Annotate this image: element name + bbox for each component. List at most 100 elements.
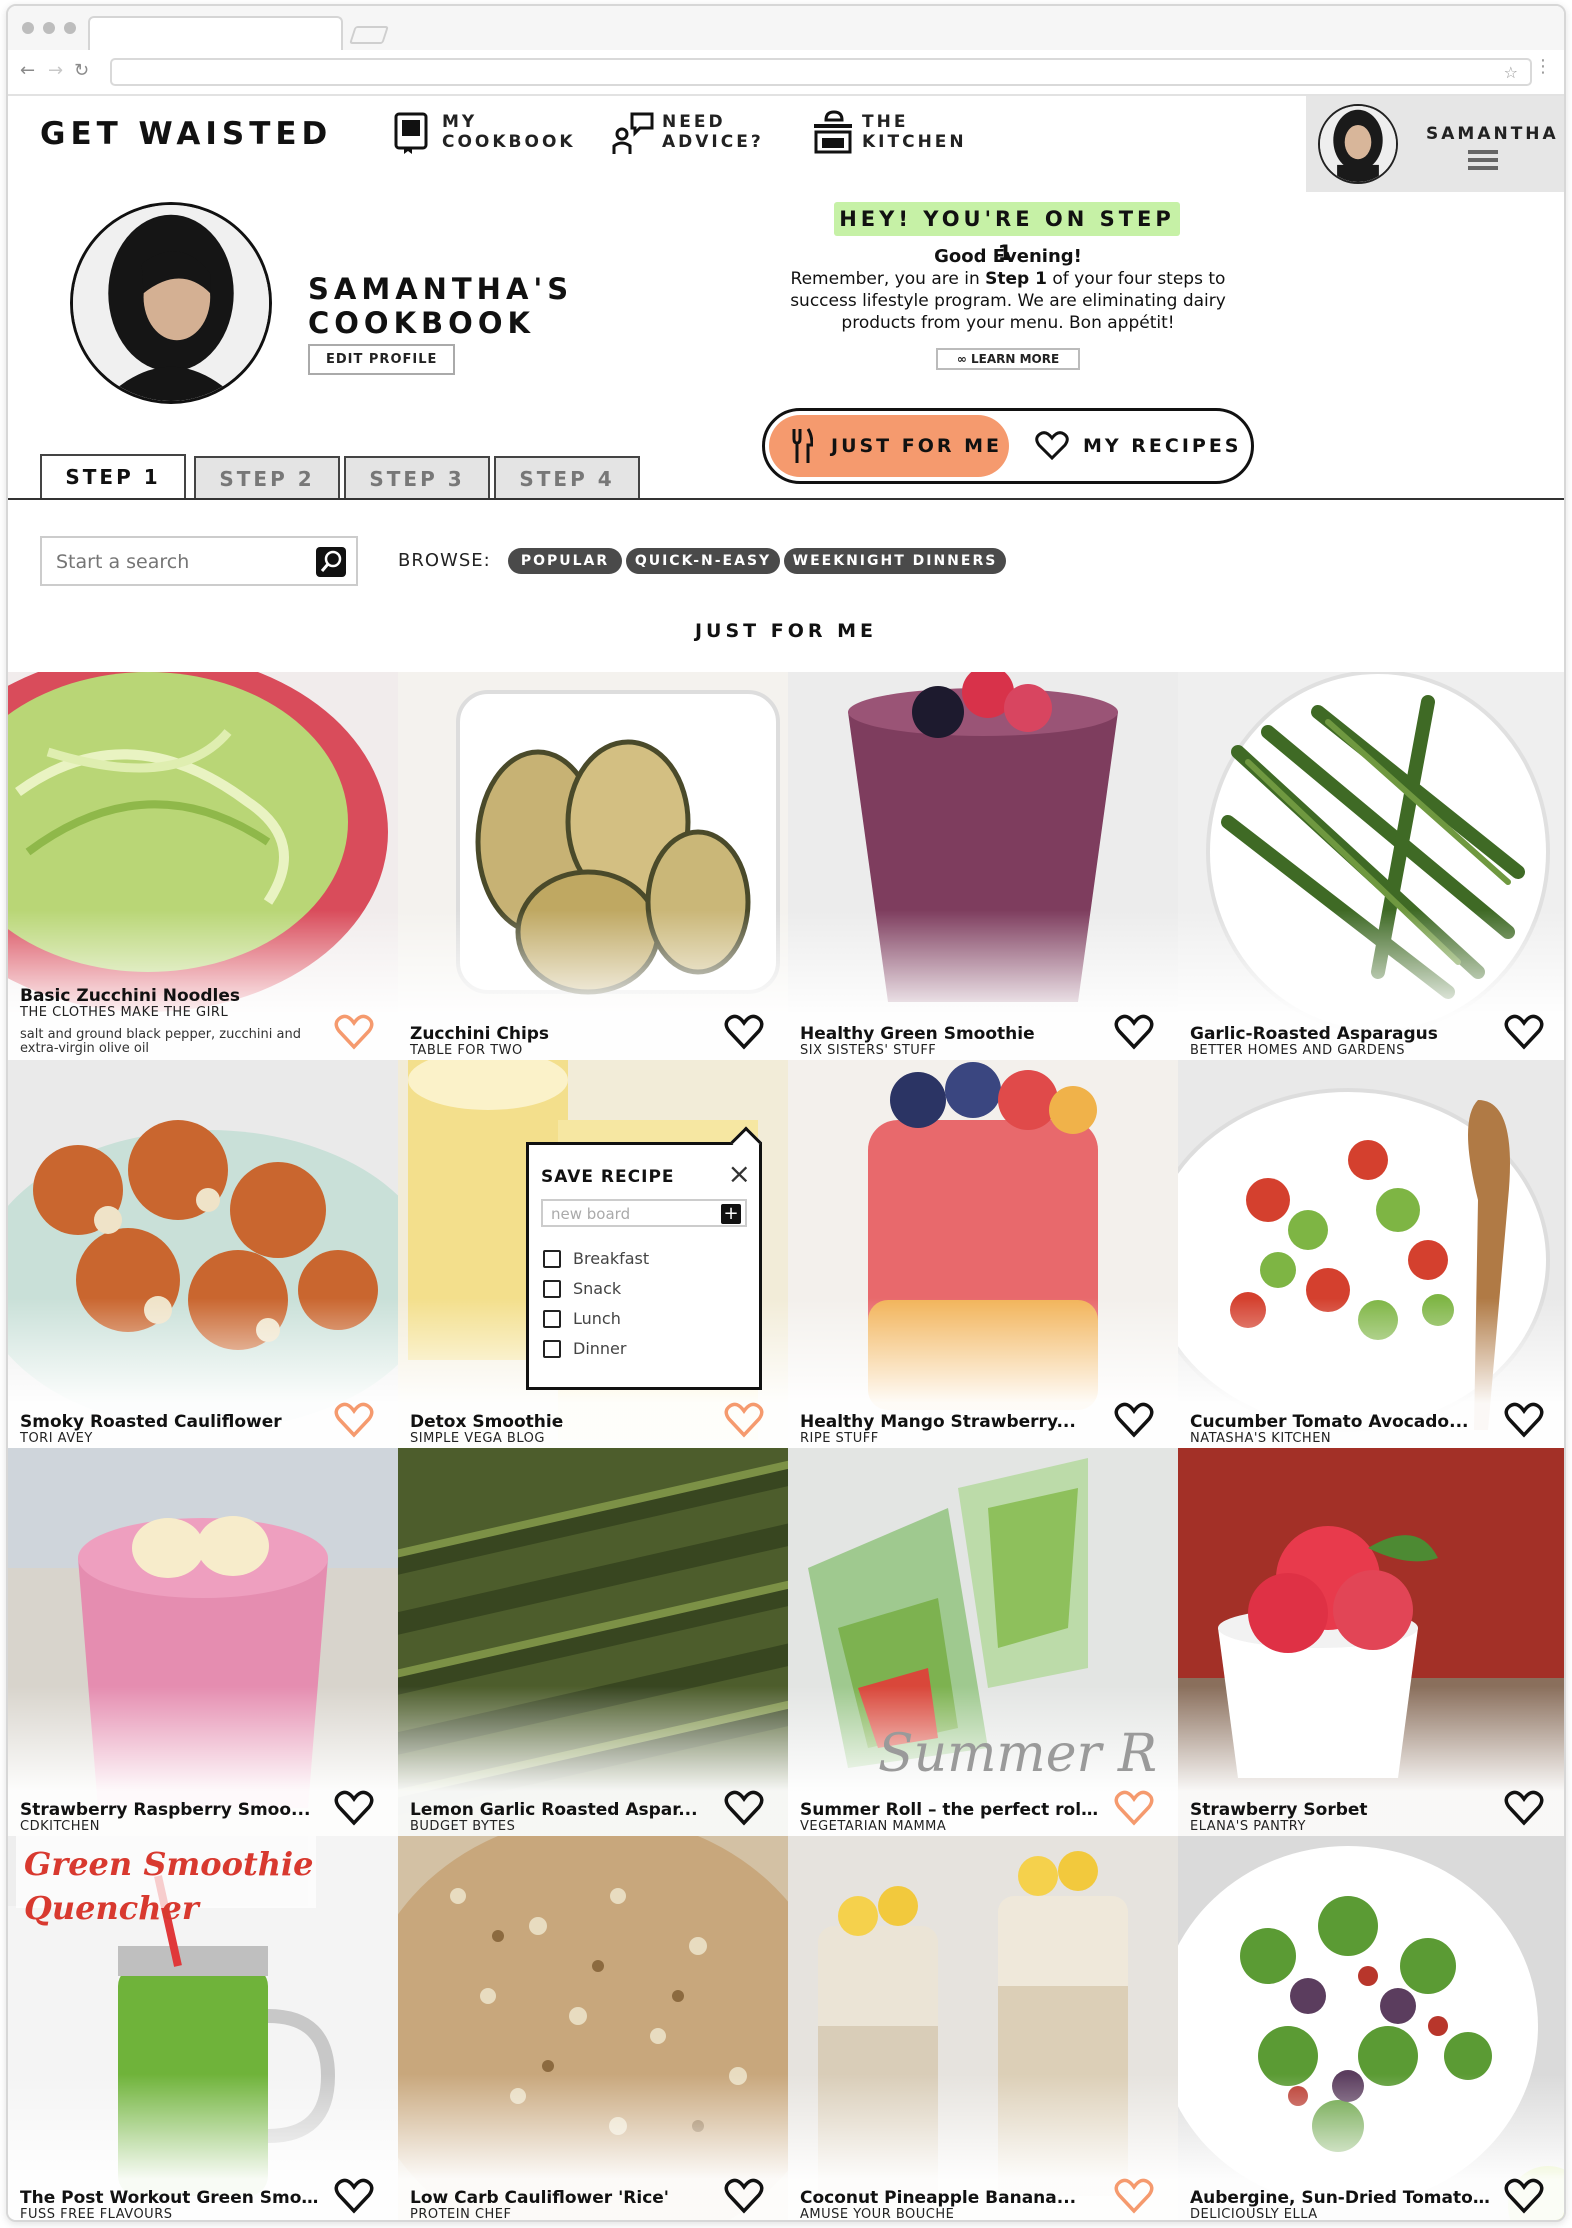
recipe-card[interactable]: Aubergine, Sun-Dried Tomato... DELICIOUS… <box>1178 1836 1564 2220</box>
heart-icon[interactable] <box>334 1790 374 1826</box>
learn-more-button[interactable]: ∞ LEARN MORE <box>936 348 1080 370</box>
tab-step-2[interactable]: STEP 2 <box>194 456 340 498</box>
recipe-title: Aubergine, Sun-Dried Tomato... <box>1190 2188 1490 2208</box>
close-icon[interactable]: × <box>728 1160 751 1188</box>
recipe-source: PROTEIN CHEF <box>410 2207 512 2222</box>
browse-pill-quick-n-easy[interactable]: QUICK-N-EASY <box>626 548 780 574</box>
forward-arrow-icon[interactable]: → <box>48 62 63 80</box>
back-arrow-icon[interactable]: ← <box>20 62 35 80</box>
edit-profile-button[interactable]: EDIT PROFILE <box>308 344 456 375</box>
learn-more-label: LEARN MORE <box>971 352 1060 366</box>
heart-icon[interactable] <box>334 1014 374 1050</box>
recipe-source: NATASHA'S KITCHEN <box>1190 1431 1332 1446</box>
recipe-card[interactable]: Healthy Green Smoothie SIX SISTERS' STUF… <box>788 672 1178 1060</box>
maximize-window-dot[interactable] <box>64 22 76 34</box>
user-menu[interactable]: SAMANTHA <box>1306 96 1564 192</box>
recipe-card[interactable]: Lemon Garlic Roasted Aspar... BUDGET BYT… <box>398 1448 788 1836</box>
search-button[interactable] <box>316 547 346 577</box>
board-option-dinner[interactable]: Dinner <box>543 1339 626 1358</box>
browser-tab[interactable] <box>88 16 343 50</box>
my-recipes-toggle[interactable]: MY RECIPES <box>1035 415 1242 477</box>
hamburger-menu-icon[interactable] <box>1468 150 1498 174</box>
checkbox[interactable] <box>543 1309 561 1328</box>
glasses-icon: ∞ <box>956 352 967 366</box>
recipe-card[interactable]: Summer R Summer Roll – the perfect roll.… <box>788 1448 1178 1836</box>
recipe-card[interactable]: Zucchini Chips TABLE FOR TWO <box>398 672 788 1060</box>
window-controls <box>22 22 76 34</box>
recipe-source: RIPE STUFF <box>800 1431 879 1446</box>
view-toggle: JUST FOR ME MY RECIPES <box>762 408 1254 484</box>
nav-need-advice[interactable]: NEED ADVICE? <box>612 110 764 154</box>
recipe-card[interactable]: Healthy Mango Strawberry... RIPE STUFF <box>788 1060 1178 1448</box>
recipe-card[interactable]: Basic Zucchini Noodles THE CLOTHES MAKE … <box>8 672 398 1060</box>
recipe-source: SIX SISTERS' STUFF <box>800 1043 937 1058</box>
browser-menu-icon[interactable]: ⋮ <box>1534 58 1552 76</box>
close-window-dot[interactable] <box>22 22 34 34</box>
browser-window: ← → ↻ ☆ ⋮ GET WAISTED MY COOKBOOK NEED A… <box>6 4 1566 2222</box>
browse-pill-weeknight-dinners[interactable]: WEEKNIGHT DINNERS <box>784 548 1006 574</box>
heart-icon[interactable] <box>724 1402 764 1438</box>
tab-step-1[interactable]: STEP 1 <box>40 454 186 500</box>
heart-icon[interactable] <box>1114 1014 1154 1050</box>
recipe-source: VEGETARIAN MAMMA <box>800 1819 947 1834</box>
recipe-title: Basic Zucchini Noodles <box>20 986 240 1006</box>
photo-watermark-text: Summer R <box>878 1724 1158 1784</box>
save-recipe-popup: SAVE RECIPE × new board + Breakfast Snac… <box>526 1126 762 1390</box>
search-input[interactable] <box>56 551 296 573</box>
heart-icon[interactable] <box>1504 1014 1544 1050</box>
nav-the-kitchen[interactable]: THE KITCHEN <box>812 110 967 154</box>
recipe-card[interactable]: Strawberry Sorbet ELANA'S PANTRY <box>1178 1448 1564 1836</box>
bookmark-star-icon[interactable]: ☆ <box>1504 63 1518 82</box>
minimize-window-dot[interactable] <box>43 22 55 34</box>
heart-icon[interactable] <box>724 2178 764 2214</box>
tab-step-3[interactable]: STEP 3 <box>344 456 490 498</box>
recipe-source: ELANA'S PANTRY <box>1190 1819 1306 1834</box>
board-option-snack[interactable]: Snack <box>543 1279 621 1298</box>
profile-photo <box>70 202 272 404</box>
recipe-title: Cucumber Tomato Avocado... <box>1190 1412 1469 1432</box>
site-logo[interactable]: GET WAISTED <box>40 116 332 152</box>
browser-tabstrip <box>8 6 1564 50</box>
recipe-title: Lemon Garlic Roasted Aspar... <box>410 1800 698 1820</box>
heart-icon[interactable] <box>1504 1790 1544 1826</box>
photo-overlay-line1: Green Smoothie <box>24 1845 314 1883</box>
address-bar[interactable]: ☆ <box>110 58 1532 86</box>
greeting-title: Good Evening! <box>934 246 1082 267</box>
nav-need-advice-line1: NEED <box>662 112 726 132</box>
add-board-button[interactable]: + <box>721 1204 741 1224</box>
nav-my-cookbook-line1: MY <box>442 112 478 132</box>
avatar <box>1318 104 1398 184</box>
recipe-card[interactable]: Green Smoothie Quencher The Post Workout… <box>8 1836 398 2220</box>
just-for-me-toggle[interactable]: JUST FOR ME <box>769 415 1009 477</box>
save-recipe-title: SAVE RECIPE <box>541 1167 675 1187</box>
checkbox[interactable] <box>543 1339 561 1358</box>
heart-icon[interactable] <box>724 1790 764 1826</box>
heart-icon[interactable] <box>1504 2178 1544 2214</box>
heart-icon[interactable] <box>1504 1402 1544 1438</box>
heart-icon[interactable] <box>334 1402 374 1438</box>
checkbox[interactable] <box>543 1279 561 1298</box>
tab-step-4[interactable]: STEP 4 <box>494 456 640 498</box>
recipe-card[interactable]: Low Carb Cauliflower 'Rice' PROTEIN CHEF <box>398 1836 788 2222</box>
new-tab-button[interactable] <box>349 26 389 44</box>
recipe-card[interactable]: Garlic-Roasted Asparagus BETTER HOMES AN… <box>1178 672 1564 1060</box>
checkbox[interactable] <box>543 1249 561 1268</box>
heart-icon[interactable] <box>1114 2178 1154 2214</box>
recipe-title: Strawberry Raspberry Smoo... <box>20 1800 311 1820</box>
reload-icon[interactable]: ↻ <box>74 62 89 80</box>
heart-icon[interactable] <box>724 1014 764 1050</box>
recipe-card[interactable]: Coconut Pineapple Banana... AMUSE YOUR B… <box>788 1836 1178 2220</box>
recipe-card[interactable]: Strawberry Raspberry Smoo... CDKITCHEN <box>8 1448 398 1836</box>
board-option-lunch[interactable]: Lunch <box>543 1309 621 1328</box>
recipe-source: TORI AVEY <box>20 1431 93 1446</box>
heart-icon[interactable] <box>1114 1402 1154 1438</box>
heart-icon[interactable] <box>334 2178 374 2214</box>
nav-my-cookbook[interactable]: MY COOKBOOK <box>392 110 576 154</box>
browse-pill-popular[interactable]: POPULAR <box>508 548 622 574</box>
recipe-card[interactable]: Smoky Roasted Cauliflower TORI AVEY <box>8 1060 398 1448</box>
board-option-breakfast[interactable]: Breakfast <box>543 1249 649 1268</box>
cookbook-title: SAMANTHA'S COOKBOOK <box>308 272 573 340</box>
new-board-input[interactable]: new board + <box>541 1199 747 1227</box>
recipe-card[interactable]: Cucumber Tomato Avocado... NATASHA'S KIT… <box>1178 1060 1564 1448</box>
heart-icon[interactable] <box>1114 1790 1154 1826</box>
